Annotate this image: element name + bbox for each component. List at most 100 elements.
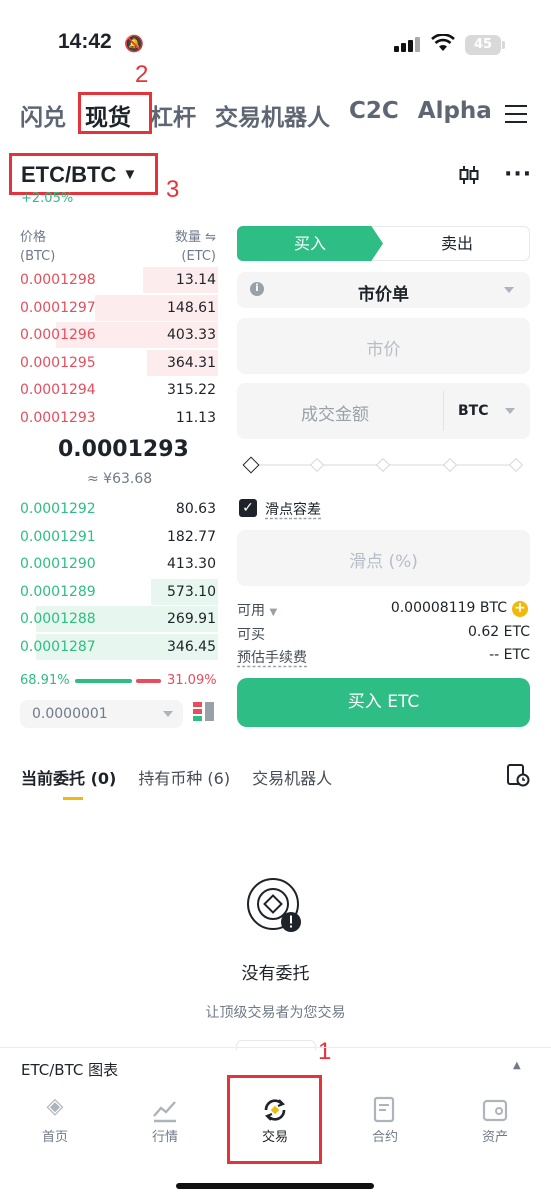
ask-row[interactable]: 0.0001297 148.61 — [0, 294, 218, 323]
buy-tab[interactable]: 买入 — [237, 226, 383, 261]
tab-holdings[interactable]: 持有币种 (6) — [138, 765, 230, 789]
ask-row[interactable]: 0.0001294 315.22 — [0, 377, 218, 405]
tab-margin[interactable]: 杠杆 — [150, 98, 196, 132]
markets-chart-icon — [153, 1101, 176, 1123]
pair-selector[interactable]: ETC/BTC ▼ — [21, 162, 137, 188]
add-funds-icon[interactable]: + — [512, 601, 528, 617]
bid-row[interactable]: 0.0001292 80.63 — [0, 496, 218, 524]
ask-row[interactable]: 0.0001296 403.33 — [0, 322, 218, 350]
tab-convert[interactable]: 闪兑 — [20, 98, 66, 132]
nav-markets[interactable]: 行情 — [125, 1094, 205, 1145]
bid-row[interactable]: 0.0001289 573.10 — [0, 578, 218, 607]
slippage-placeholder: 滑点 (%) — [349, 552, 418, 572]
nav-trade[interactable]: 交易 — [235, 1094, 315, 1145]
ask-row[interactable]: 0.0001295 364.31 — [0, 349, 218, 378]
battery-tip — [502, 41, 505, 49]
bid-row[interactable]: 0.0001291 182.77 — [0, 524, 218, 552]
active-tab-indicator — [63, 797, 83, 800]
price-input[interactable]: 市价 — [237, 318, 530, 374]
bid-price: 0.0001287 — [20, 639, 96, 655]
ask-price: 0.0001294 — [20, 382, 96, 399]
ask-price: 0.0001298 — [20, 272, 96, 288]
battery-icon: 45 — [465, 35, 501, 55]
amount-input[interactable]: 成交金额 BTC — [237, 383, 530, 439]
order-type-select[interactable]: i 市价单 — [237, 272, 530, 308]
slider-stop-100[interactable] — [508, 457, 524, 473]
cellular-signal-icon — [394, 36, 422, 52]
sell-tab[interactable]: 卖出 — [384, 226, 530, 261]
nav-markets-label: 行情 — [151, 1130, 178, 1145]
slippage-label: 滑点容差 — [265, 502, 321, 518]
wifi-icon — [431, 34, 455, 51]
tab-alpha[interactable]: Alpha — [418, 98, 492, 132]
bid-price: 0.0001289 — [20, 583, 96, 600]
caret-down-icon: ▼ — [122, 166, 138, 183]
amount-unit-select[interactable]: BTC — [458, 403, 489, 419]
price-header-label: 价格 — [20, 230, 47, 245]
bid-row[interactable]: 0.0001287 346.45 — [0, 634, 218, 662]
bid-price: 0.0001292 — [20, 501, 96, 517]
nav-home[interactable]: ◈ 首页 — [15, 1094, 95, 1145]
qty-header-label: 数量 ⇋ — [174, 230, 216, 245]
muted-bell-icon: 🔕 — [124, 34, 144, 53]
qty-header[interactable]: 数量 ⇋ (ETC) — [175, 228, 216, 266]
annotation-number-2: 2 — [135, 61, 149, 88]
ratio-bar-buy — [75, 679, 133, 683]
nav-assets-label: 资产 — [481, 1130, 508, 1145]
tab-c2c[interactable]: C2C — [349, 98, 399, 132]
buy-etc-button[interactable]: 买入 ETC — [237, 678, 530, 727]
more-icon[interactable]: ··· — [504, 162, 532, 187]
no-orders-icon — [247, 878, 301, 932]
candlestick-chart-icon[interactable] — [458, 164, 480, 186]
bid-qty: 346.45 — [167, 639, 216, 655]
bid-price: 0.0001290 — [20, 556, 96, 573]
amount-placeholder: 成交金额 — [301, 405, 369, 425]
trade-exchange-icon — [264, 1099, 286, 1121]
bid-row[interactable]: 0.0001290 413.30 — [0, 551, 218, 579]
slider-stop-75[interactable] — [442, 457, 458, 473]
chart-bar-label: ETC/BTC 图表 — [21, 1061, 119, 1079]
order-type-value: 市价单 — [358, 285, 409, 305]
book-layout-icon[interactable] — [193, 702, 215, 724]
can-buy-value: 0.62 ETC — [468, 624, 530, 640]
ask-row[interactable]: 0.0001298 13.14 — [0, 267, 218, 295]
price-header-unit: (BTC) — [20, 249, 56, 264]
tab-open-orders[interactable]: 当前委托 (0) — [21, 765, 116, 789]
slider-handle[interactable] — [242, 456, 260, 474]
precision-select[interactable]: 0.0000001 — [20, 700, 183, 728]
ask-qty: 364.31 — [167, 354, 216, 371]
slider-stop-25[interactable] — [309, 457, 325, 473]
ask-qty: 403.33 — [167, 327, 216, 344]
available-label[interactable]: 可用 ▼ — [237, 600, 277, 620]
tab-trading-bots[interactable]: 交易机器人 — [215, 98, 330, 132]
slider-stop-50[interactable] — [375, 457, 391, 473]
order-history-icon[interactable] — [506, 763, 530, 787]
caret-down-icon — [163, 711, 173, 717]
caret-up-icon: ▲ — [513, 1060, 521, 1071]
status-time: 14:42 — [58, 30, 112, 53]
bid-price: 0.0001291 — [20, 528, 96, 545]
fee-value: -- ETC — [489, 647, 530, 663]
nav-assets[interactable]: 资产 — [455, 1094, 535, 1145]
slippage-checkbox[interactable]: ✓ — [239, 499, 257, 517]
nav-futures[interactable]: 合约 — [345, 1094, 425, 1145]
ratio-bar-sell — [136, 679, 161, 683]
bid-row[interactable]: 0.0001288 269.91 — [0, 606, 218, 634]
buy-percent: 68.91% — [20, 673, 70, 688]
chart-bar[interactable]: ETC/BTC 图表 ▲ — [0, 1047, 551, 1087]
precision-value: 0.0000001 — [32, 706, 108, 722]
caret-down-icon — [504, 287, 514, 293]
ask-qty: 315.22 — [167, 382, 216, 399]
empty-subtitle: 让顶级交易者为您交易 — [205, 1005, 346, 1021]
menu-icon[interactable] — [505, 105, 527, 125]
nav-futures-label: 合约 — [371, 1130, 398, 1145]
ask-qty: 11.13 — [175, 410, 216, 426]
ask-price: 0.0001295 — [20, 354, 96, 371]
nav-home-label: 首页 — [41, 1130, 68, 1145]
fee-label: 预估手续费 — [237, 650, 307, 666]
slippage-input[interactable]: 滑点 (%) — [237, 530, 530, 586]
ask-row[interactable]: 0.0001293 11.13 — [0, 405, 218, 433]
tab-bots[interactable]: 交易机器人 — [252, 765, 332, 789]
available-label-text: 可用 — [237, 603, 265, 619]
amount-divider — [443, 391, 444, 431]
